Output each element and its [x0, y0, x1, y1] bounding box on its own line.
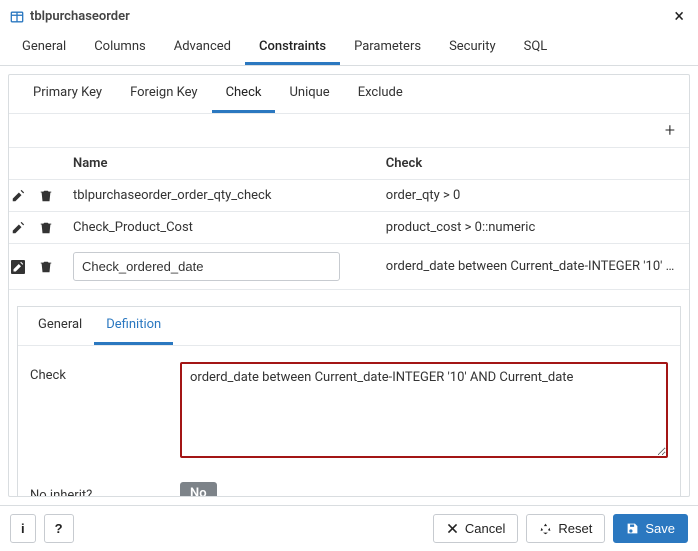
reset-button[interactable]: Reset — [526, 514, 605, 543]
no-inherit-label: No inherit? — [30, 482, 180, 497]
help-button[interactable]: ? — [44, 514, 74, 543]
tab-advanced[interactable]: Advanced — [160, 31, 245, 65]
tab-security[interactable]: Security — [435, 31, 510, 65]
constraints-table: Name Check tblpurchaseorder_order_qty_ch… — [9, 148, 689, 290]
table-row: tblpurchaseorder_order_qty_check order_qt… — [9, 180, 689, 212]
tab-sql[interactable]: SQL — [510, 31, 562, 65]
constraint-name: Check_Product_Cost — [65, 212, 378, 244]
no-inherit-toggle[interactable]: No — [180, 482, 217, 497]
edit-icon — [11, 221, 25, 235]
tab-parameters[interactable]: Parameters — [340, 31, 435, 65]
info-button[interactable]: i — [10, 514, 36, 543]
col-header-check: Check — [378, 148, 689, 180]
trash-icon — [39, 221, 53, 235]
trash-icon — [39, 260, 53, 274]
save-icon — [626, 522, 639, 535]
detail-tab-definition[interactable]: Definition — [94, 307, 173, 345]
constraint-type-tabs: Primary KeyForeign KeyCheckUniqueExclude — [9, 75, 689, 114]
constraint-name: tblpurchaseorder_order_qty_check — [65, 180, 378, 212]
edit-row-button[interactable] — [11, 259, 25, 274]
subtab-exclude[interactable]: Exclude — [344, 75, 417, 113]
constraint-name-input[interactable] — [73, 252, 340, 281]
constraint-check: orderd_date between Current_date-INTEGER… — [386, 259, 676, 274]
tab-general[interactable]: General — [8, 31, 80, 65]
recycle-icon — [539, 522, 552, 535]
detail-tab-general[interactable]: General — [26, 307, 94, 345]
save-button[interactable]: Save — [613, 514, 688, 543]
close-icon — [446, 522, 459, 535]
constraint-check: order_qty > 0 — [386, 188, 676, 203]
edit-icon — [11, 260, 25, 274]
close-button[interactable]: × — [670, 6, 688, 27]
trash-icon — [39, 189, 53, 203]
add-row-button[interactable]: + — [659, 118, 681, 143]
subtab-foreign-key[interactable]: Foreign Key — [116, 75, 211, 113]
tab-constraints[interactable]: Constraints — [245, 31, 340, 65]
subtab-check[interactable]: Check — [212, 75, 276, 113]
subtab-primary-key[interactable]: Primary Key — [19, 75, 116, 113]
delete-row-button[interactable] — [39, 220, 53, 235]
check-label: Check — [30, 362, 180, 383]
row-detail: GeneralDefinition Check No inherit? No — [17, 306, 681, 497]
window-title: tblpurchaseorder — [30, 9, 130, 24]
edit-row-button[interactable] — [11, 188, 25, 203]
subtab-unique[interactable]: Unique — [275, 75, 343, 113]
check-expression-input[interactable] — [180, 362, 668, 458]
edit-row-button[interactable] — [11, 220, 25, 235]
delete-row-button[interactable] — [39, 188, 53, 203]
edit-icon — [11, 189, 25, 203]
table-row: orderd_date between Current_date-INTEGER… — [9, 244, 689, 290]
cancel-button[interactable]: Cancel — [433, 514, 518, 543]
tab-columns[interactable]: Columns — [80, 31, 160, 65]
col-header-name: Name — [65, 148, 378, 180]
table-icon — [10, 10, 24, 24]
delete-row-button[interactable] — [39, 259, 53, 274]
main-tabs: GeneralColumnsAdvancedConstraintsParamet… — [0, 31, 698, 66]
constraint-check: product_cost > 0::numeric — [386, 220, 676, 235]
table-row: Check_Product_Cost product_cost > 0::nume… — [9, 212, 689, 244]
